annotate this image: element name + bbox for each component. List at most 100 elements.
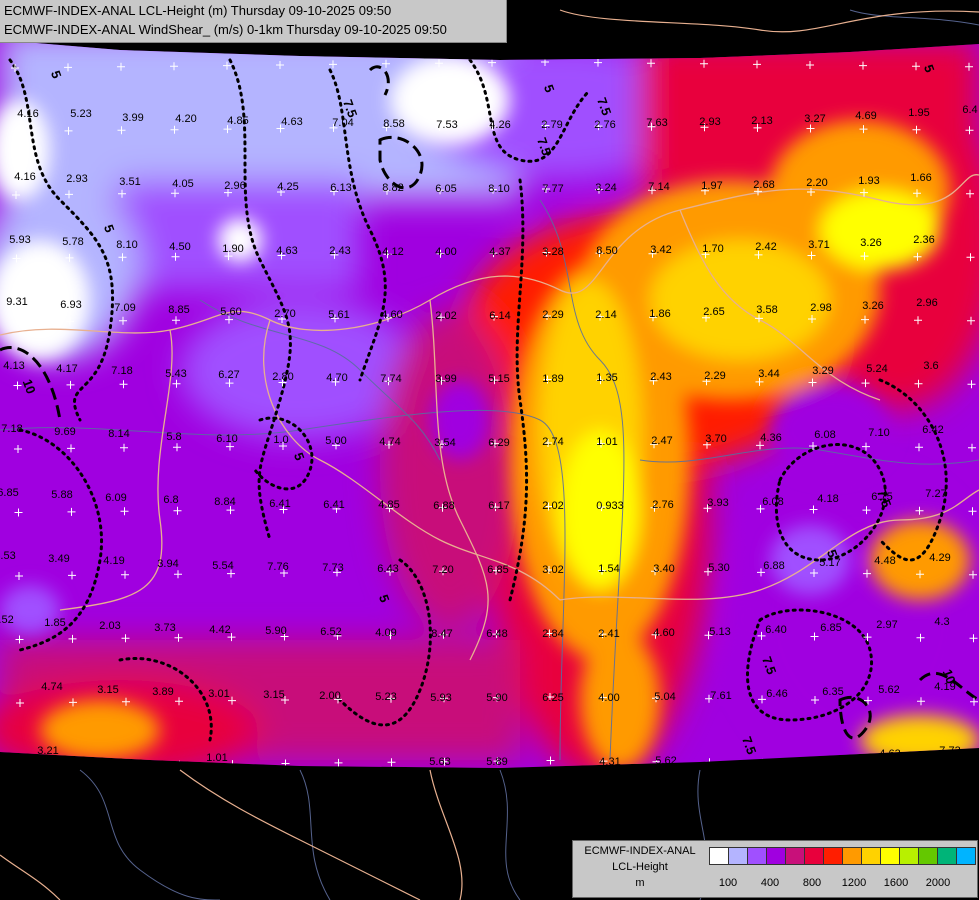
lcl-value-label: 7.61 [710, 690, 731, 702]
lcl-value-label: 8.10 [488, 183, 509, 195]
lcl-value-label: 3.73 [154, 622, 175, 634]
lcl-value-label: 4.00 [435, 246, 456, 258]
lcl-value-label: 6.40 [765, 624, 786, 636]
legend-tick-label: 800 [802, 877, 822, 889]
legend-tick-label: 400 [760, 877, 780, 889]
title-line-windshear: ECMWF-INDEX-ANAL WindShear_ (m/s) 0-1km … [4, 22, 447, 37]
lcl-value-label: 2.00 [319, 690, 340, 702]
legend-tick-label: 2000 [925, 877, 951, 889]
lcl-value-label: 5.90 [265, 625, 286, 637]
lcl-value-label: 4.69 [855, 110, 876, 122]
lcl-value-label: 4.60 [653, 627, 674, 639]
lcl-value-label: 6.48 [486, 628, 507, 640]
lcl-value-label: 5.8 [166, 431, 181, 443]
weather-map: 4.16 5.23 3.99 4.20 4.85 4.63 7.04 8.58 7.53 4.26… [0, 0, 979, 900]
lcl-value-label: 9.31 [6, 296, 27, 308]
legend-swatch [956, 847, 976, 865]
lcl-value-label: 2.47 [651, 435, 672, 447]
lcl-value-label: 4.12 [382, 246, 403, 258]
lcl-value-label: 7.14 [648, 181, 669, 193]
lcl-value-label: 2.84 [542, 628, 563, 640]
lcl-value-label: 5.15 [488, 373, 509, 385]
lcl-value-label: 3.71 [808, 239, 829, 251]
legend-swatch [880, 847, 900, 865]
lcl-value-label: 5.93 [430, 692, 451, 704]
lcl-value-label: 3.42 [650, 244, 671, 256]
lcl-value-label: 3.99 [435, 373, 456, 385]
lcl-value-label: 6.43 [377, 563, 398, 575]
lcl-value-label: 5.24 [866, 363, 887, 375]
lcl-value-label: 4.85 [378, 499, 399, 511]
lcl-value-label: 4.74 [41, 681, 62, 693]
lcl-value-label: 6.85 [0, 487, 19, 499]
lcl-value-label: 3.01 [208, 688, 229, 700]
lcl-value-label: 7.74 [380, 373, 401, 385]
lcl-value-label: 5.23 [375, 691, 396, 703]
lcl-value-label: 6.27 [218, 369, 239, 381]
lcl-value-label: 1.90 [222, 243, 243, 255]
lcl-value-label: 5.30 [708, 562, 729, 574]
lcl-value-label: 3.44 [758, 368, 779, 380]
lcl-value-label: 1.54 [598, 563, 619, 575]
lcl-value-label: 6.08 [762, 496, 783, 508]
lcl-value-label: 5.63 [429, 756, 450, 768]
lcl-value-label: 7.76 [267, 561, 288, 573]
lcl-value-label: 2.96 [916, 297, 937, 309]
lcl-value-label: 4.31 [599, 756, 620, 768]
lcl-value-label: 3.24 [595, 182, 616, 194]
lcl-value-label: 3.26 [862, 300, 883, 312]
lcl-value-label: 8.82 [382, 182, 403, 194]
lcl-value-label: 2.93 [66, 173, 87, 185]
lcl-value-label: 8.47 [431, 628, 452, 640]
legend-swatch [804, 847, 824, 865]
lcl-value-label: 5.90 [486, 692, 507, 704]
lcl-value-label: 3.28 [542, 246, 563, 258]
lcl-value-label: 4.60 [381, 309, 402, 321]
legend-swatch [766, 847, 786, 865]
lcl-value-label: 6.13 [330, 182, 351, 194]
lcl-value-label: 4.18 [817, 493, 838, 505]
lcl-value-label: 6.52 [320, 626, 341, 638]
lcl-value-label: 3.58 [756, 304, 777, 316]
lcl-value-label: 6.35 [822, 686, 843, 698]
lcl-value-label: 3.15 [97, 684, 118, 696]
lcl-value-label: 6.25 [542, 692, 563, 704]
lcl-value-label: 1.97 [701, 180, 722, 192]
lcl-value-label: 7.18 [111, 365, 132, 377]
legend-swatch [785, 847, 805, 865]
lcl-value-label: 2.03 [99, 620, 120, 632]
lcl-value-label: 2.20 [806, 177, 827, 189]
legend-swatch [899, 847, 919, 865]
lcl-value-label: 4.85 [227, 115, 248, 127]
lcl-value-label: 7.73 [322, 562, 343, 574]
legend-tick-label: 100 [718, 877, 738, 889]
legend-swatch [747, 847, 767, 865]
lcl-value-label: 3.89 [152, 686, 173, 698]
title-line-lcl: ECMWF-INDEX-ANAL LCL-Height (m) Thursday… [4, 3, 392, 18]
lcl-value-label: 7.18 [1, 423, 22, 435]
legend-swatch [861, 847, 881, 865]
lcl-value-label: 4.13 [3, 360, 24, 372]
lcl-value-label: 3.93 [707, 497, 728, 509]
lcl-value-label: 3.15 [263, 689, 284, 701]
lcl-value-label: 2.29 [542, 309, 563, 321]
lcl-value-label: 6.41 [323, 499, 344, 511]
lcl-value-label: 2.65 [703, 306, 724, 318]
lcl-value-label: 2.43 [650, 371, 671, 383]
legend-swatch [709, 847, 729, 865]
lcl-value-label: 2.93 [699, 116, 720, 128]
lcl-value-label: 4.17 [56, 363, 77, 375]
lcl-value-label: 2.02 [542, 500, 563, 512]
lcl-value-label: 7.04 [332, 117, 353, 129]
lcl-value-label: 3.51 [119, 176, 140, 188]
lcl-value-label: 5.00 [325, 435, 346, 447]
lcl-value-label: 4.09 [375, 627, 396, 639]
lcl-value-label: 5.23 [70, 108, 91, 120]
lcl-value-label: 1.01 [596, 436, 617, 448]
legend-variable: LCL-Height [612, 861, 668, 873]
lcl-value-label: 1.01 [206, 752, 227, 764]
lcl-value-label: 5.61 [328, 309, 349, 321]
lcl-value-label: 3.6 [923, 360, 938, 372]
lcl-value-label: 5.60 [220, 306, 241, 318]
lcl-value-label: 6.88 [433, 500, 454, 512]
